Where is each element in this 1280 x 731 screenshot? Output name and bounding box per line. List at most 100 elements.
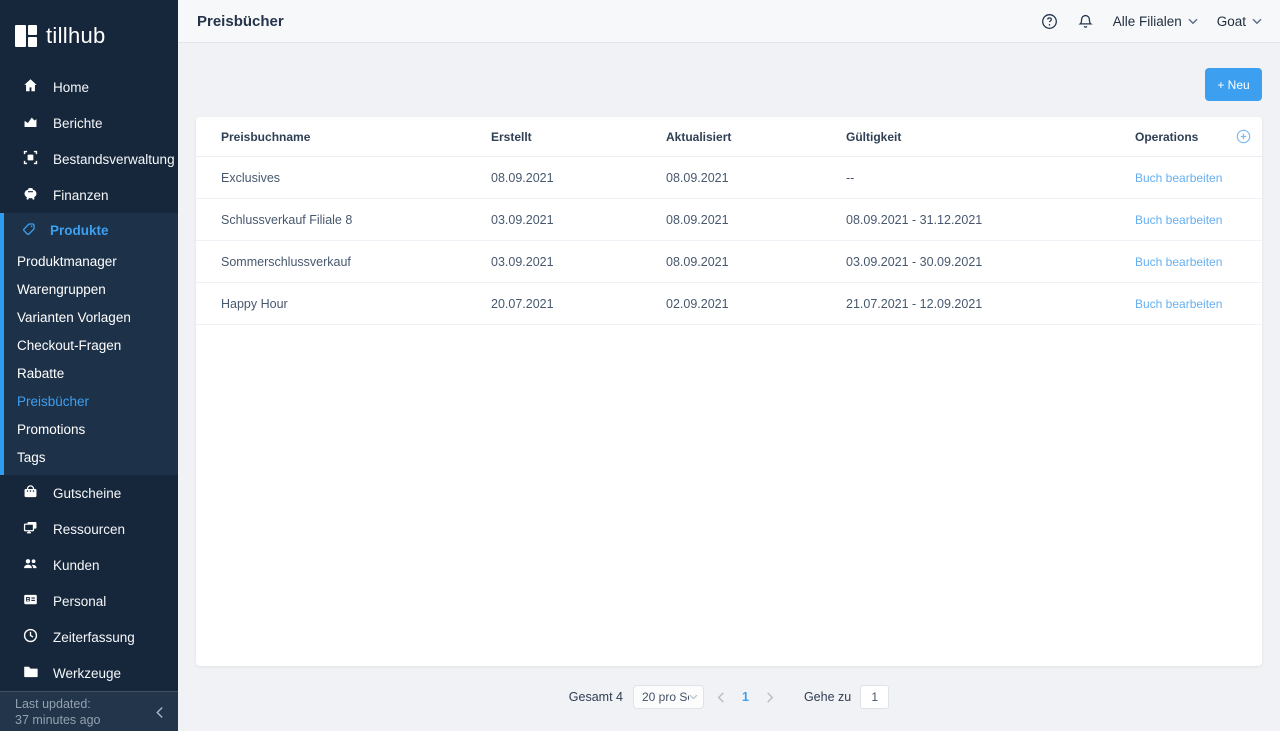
sidebar-item-label: Ressourcen	[53, 522, 125, 537]
cell-name: Exclusives	[221, 171, 491, 185]
chevron-down-icon	[1252, 18, 1262, 25]
sub-item-label: Varianten Vorlagen	[17, 310, 131, 325]
sidebar: tillhub Home Berichte Bestandsverwaltung…	[0, 0, 178, 731]
sidebar-item-zeiterfassung[interactable]: Zeiterfassung	[0, 619, 178, 655]
cell-created: 08.09.2021	[491, 171, 666, 185]
sub-item-label: Promotions	[17, 422, 85, 437]
sidebar-item-promotions[interactable]: Promotions	[4, 415, 178, 443]
inventory-scan-icon	[22, 149, 39, 169]
table-header-row: Preisbuchname Erstellt Aktualisiert Gült…	[196, 117, 1262, 157]
prev-page-chevron-icon[interactable]	[704, 692, 738, 703]
people-icon	[22, 555, 39, 575]
column-header-validity: Gültigkeit	[846, 130, 1135, 144]
column-header-created: Erstellt	[491, 130, 666, 144]
sidebar-collapse-chevron-icon[interactable]	[155, 706, 164, 719]
cell-name: Sommerschlussverkauf	[221, 255, 491, 269]
sidebar-item-tags[interactable]: Tags	[4, 443, 178, 471]
sub-item-label: Produktmanager	[17, 254, 117, 269]
last-updated-line1: Last updated:	[15, 697, 155, 713]
sidebar-item-varianten-vorlagen[interactable]: Varianten Vorlagen	[4, 303, 178, 331]
sidebar-item-produkte[interactable]: Produkte	[4, 213, 178, 247]
voucher-icon	[22, 483, 39, 503]
topbar-right-controls: Alle Filialen Goat	[1041, 13, 1262, 30]
sub-item-label: Preisbücher	[17, 394, 89, 409]
next-page-chevron-icon[interactable]	[753, 692, 787, 703]
edit-book-link[interactable]: Buch bearbeiten	[1135, 297, 1235, 311]
bell-icon[interactable]	[1077, 13, 1094, 30]
folder-icon	[22, 663, 39, 683]
new-pricebook-button[interactable]: + Neu	[1205, 68, 1262, 101]
sidebar-section-label: Produkte	[50, 223, 109, 238]
sidebar-item-label: Gutscheine	[53, 486, 121, 501]
table-row: Happy Hour 20.07.2021 02.09.2021 21.07.2…	[196, 283, 1262, 325]
sidebar-item-produktmanager[interactable]: Produktmanager	[4, 247, 178, 275]
branch-selector-dropdown[interactable]: Alle Filialen	[1113, 14, 1198, 29]
sidebar-section-produkte: Produkte Produktmanager Warengruppen Var…	[0, 213, 178, 475]
tillhub-logo: tillhub	[0, 0, 178, 69]
pricebooks-table-card: Preisbuchname Erstellt Aktualisiert Gült…	[196, 117, 1262, 666]
clock-icon	[22, 627, 39, 647]
sidebar-item-finanzen[interactable]: Finanzen	[0, 177, 178, 213]
last-updated-line2: 37 minutes ago	[15, 713, 155, 729]
sidebar-item-berichte[interactable]: Berichte	[0, 105, 178, 141]
sidebar-item-personal[interactable]: Personal	[0, 583, 178, 619]
table-row: Schlussverkauf Filiale 8 03.09.2021 08.0…	[196, 199, 1262, 241]
sidebar-item-label: Werkzeuge	[53, 666, 121, 681]
cell-updated: 08.09.2021	[666, 213, 846, 227]
account-menu-dropdown[interactable]: Goat	[1217, 14, 1262, 29]
sidebar-item-rabatte[interactable]: Rabatte	[4, 359, 178, 387]
sub-item-label: Tags	[17, 450, 46, 465]
cell-created: 03.09.2021	[491, 213, 666, 227]
pagination-total: Gesamt 4	[569, 690, 623, 704]
sidebar-item-bestandsverwaltung[interactable]: Bestandsverwaltung	[0, 141, 178, 177]
goto-page-input[interactable]	[860, 685, 889, 709]
cell-name: Happy Hour	[221, 297, 491, 311]
sidebar-item-label: Berichte	[53, 116, 103, 131]
last-updated-text: Last updated: 37 minutes ago	[15, 697, 155, 728]
sidebar-item-label: Zeiterfassung	[53, 630, 135, 645]
page-size-select[interactable]: 20 pro Seite	[633, 685, 704, 709]
edit-book-link[interactable]: Buch bearbeiten	[1135, 255, 1235, 269]
sidebar-item-werkzeuge[interactable]: Werkzeuge	[0, 655, 178, 691]
sidebar-item-kunden[interactable]: Kunden	[0, 547, 178, 583]
home-icon	[22, 77, 39, 97]
page-size-label: 20 pro Seite	[642, 690, 689, 704]
tag-icon	[21, 221, 37, 240]
cell-validity: --	[846, 171, 1135, 185]
sidebar-item-label: Home	[53, 80, 89, 95]
sidebar-item-home[interactable]: Home	[0, 69, 178, 105]
column-header-name: Preisbuchname	[221, 130, 491, 144]
cell-created: 03.09.2021	[491, 255, 666, 269]
sidebar-item-warengruppen[interactable]: Warengruppen	[4, 275, 178, 303]
toolbar: + Neu	[196, 68, 1262, 101]
sidebar-item-preisbuecher-active[interactable]: Preisbücher	[4, 387, 178, 415]
cell-name: Schlussverkauf Filiale 8	[221, 213, 491, 227]
sidebar-item-label: Bestandsverwaltung	[53, 152, 175, 167]
table-row: Sommerschlussverkauf 03.09.2021 08.09.20…	[196, 241, 1262, 283]
sidebar-item-ressourcen[interactable]: Ressourcen	[0, 511, 178, 547]
sub-item-label: Rabatte	[17, 366, 64, 381]
column-header-updated: Aktualisiert	[666, 130, 846, 144]
account-menu-label: Goat	[1217, 14, 1246, 29]
edit-book-link[interactable]: Buch bearbeiten	[1135, 171, 1235, 185]
help-circle-icon[interactable]	[1041, 13, 1058, 30]
sidebar-item-label: Finanzen	[53, 188, 109, 203]
top-header-bar: Preisbücher Alle Filialen Goat	[178, 0, 1280, 43]
monitors-icon	[22, 519, 39, 539]
page-number-1[interactable]: 1	[738, 690, 753, 704]
column-header-operations: Operations	[1135, 130, 1235, 144]
plus-circle-icon[interactable]	[1235, 128, 1252, 145]
id-card-icon	[22, 591, 39, 611]
cell-updated: 02.09.2021	[666, 297, 846, 311]
cell-updated: 08.09.2021	[666, 171, 846, 185]
goto-page-label: Gehe zu	[804, 690, 851, 704]
content-area: + Neu Preisbuchname Erstellt Aktualisier…	[178, 43, 1280, 731]
cell-validity: 03.09.2021 - 30.09.2021	[846, 255, 1135, 269]
piggy-bank-icon	[22, 185, 39, 205]
sub-item-label: Warengruppen	[17, 282, 106, 297]
edit-book-link[interactable]: Buch bearbeiten	[1135, 213, 1235, 227]
sidebar-item-gutscheine[interactable]: Gutscheine	[0, 475, 178, 511]
sidebar-item-checkout-fragen[interactable]: Checkout-Fragen	[4, 331, 178, 359]
tillhub-logo-icon	[15, 25, 37, 47]
cell-validity: 08.09.2021 - 31.12.2021	[846, 213, 1135, 227]
